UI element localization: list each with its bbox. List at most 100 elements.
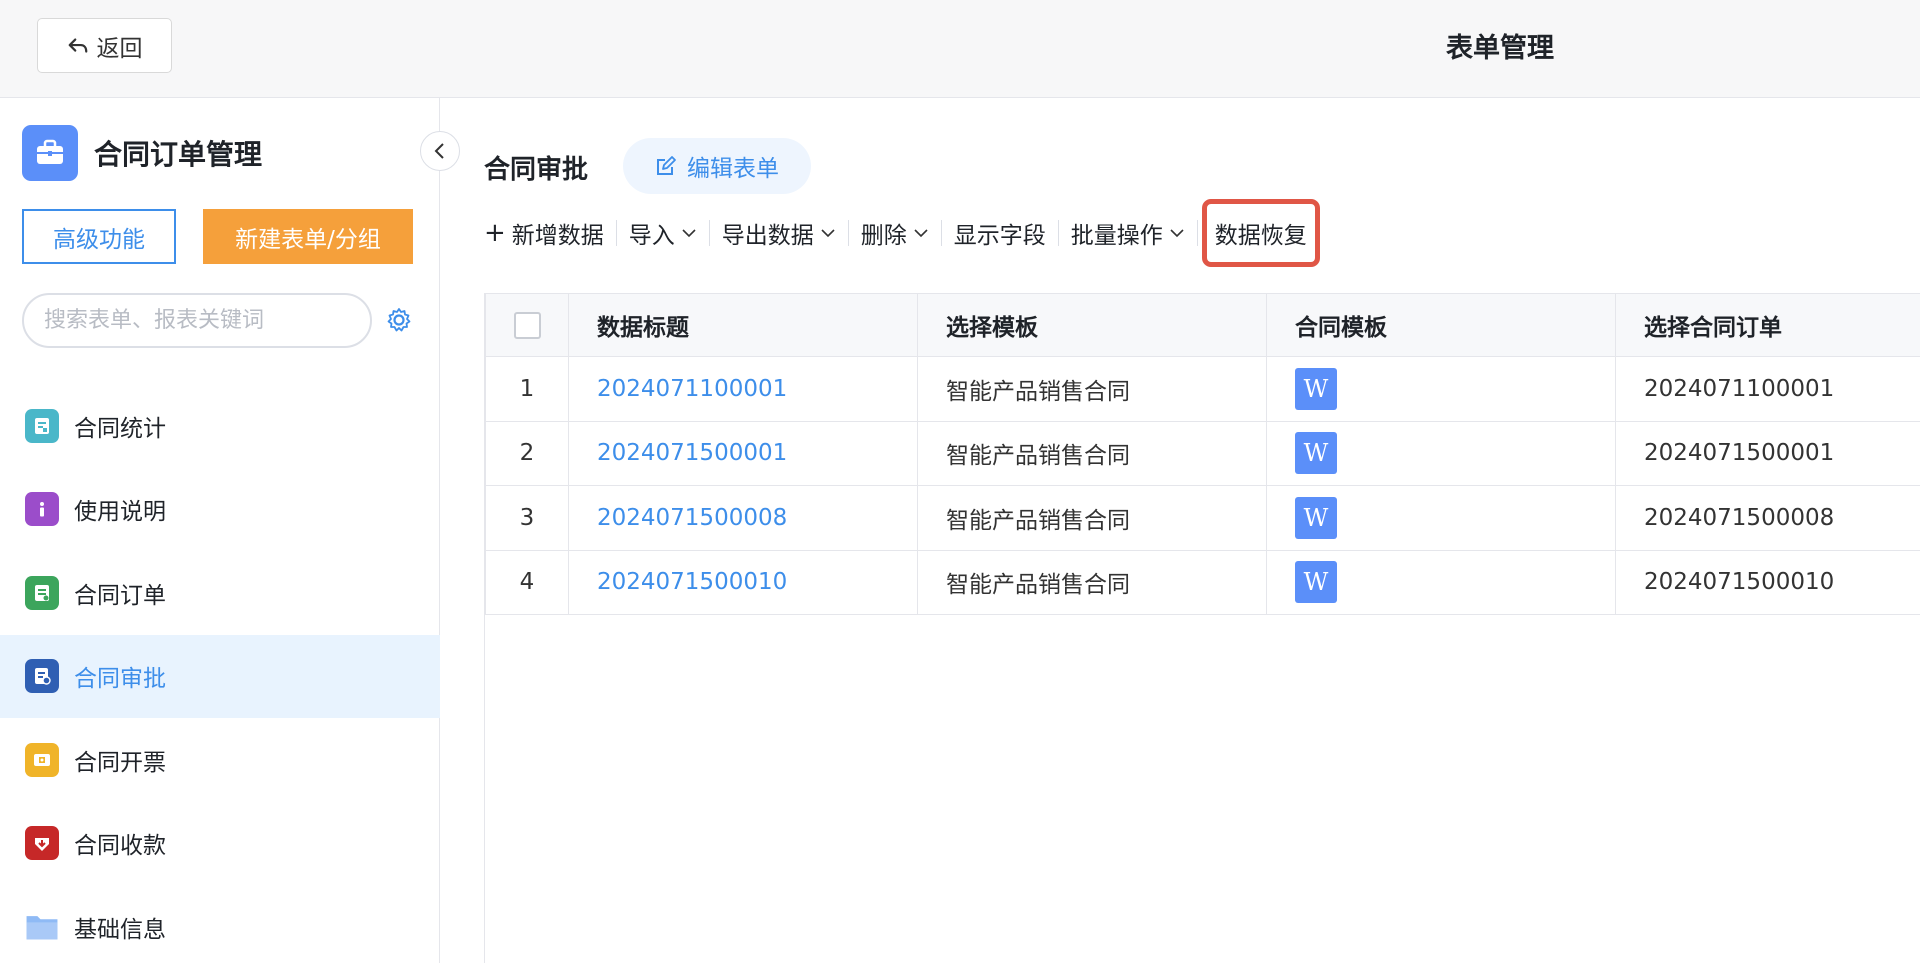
batch-operation-dropdown[interactable]: 批量操作 <box>1059 217 1197 249</box>
chart-doc-icon <box>25 409 59 443</box>
column-header[interactable]: 数据标题 <box>569 294 918 357</box>
table-row[interactable]: 4 2024071500010 智能产品销售合同 W 2024071500010 <box>486 550 1920 615</box>
add-data-button[interactable]: + 新增数据 <box>484 217 616 249</box>
sidebar-item-contract-stats[interactable]: 合同统计 <box>0 384 440 468</box>
sidebar-item-label: 合同收款 <box>74 826 166 860</box>
column-header[interactable]: 合同模板 <box>1267 294 1616 357</box>
contract-template-cell: W <box>1267 486 1616 551</box>
main-content: 合同审批 编辑表单 + 新增数据 导入 导出数据 删除 显示字段 批量操作 <box>440 98 1920 963</box>
row-index: 2 <box>486 421 569 486</box>
page-title: 表单管理 <box>1400 26 1600 65</box>
word-doc-icon[interactable]: W <box>1295 368 1337 410</box>
toolbar-divider <box>1197 220 1198 246</box>
approval-doc-icon <box>25 659 59 693</box>
template-cell: 智能产品销售合同 <box>918 550 1267 615</box>
table-header-row: 数据标题 选择模板 合同模板 选择合同订单 <box>486 294 1920 357</box>
form-title: 合同审批 <box>484 149 588 186</box>
template-cell: 智能产品销售合同 <box>918 486 1267 551</box>
sidebar-item-basic-info[interactable]: 基础信息 <box>0 885 440 969</box>
sidebar-item-label: 基础信息 <box>74 910 166 944</box>
chevron-left-icon <box>431 142 449 160</box>
data-title-link[interactable]: 2024071500001 <box>569 421 918 486</box>
new-form-group-button[interactable]: 新建表单/分组 <box>203 209 413 264</box>
order-cell: 2024071100001 <box>1616 357 1920 422</box>
data-title-link[interactable]: 2024071500008 <box>569 486 918 551</box>
top-bar: 返回 表单管理 <box>0 0 1920 98</box>
select-all-checkbox[interactable] <box>514 312 541 339</box>
data-restore-button[interactable]: 数据恢复 <box>1215 217 1307 249</box>
edit-icon <box>655 155 677 177</box>
edit-form-button[interactable]: 编辑表单 <box>623 138 811 194</box>
column-header[interactable]: 选择合同订单 <box>1616 294 1920 357</box>
word-doc-icon[interactable]: W <box>1295 432 1337 474</box>
collapse-sidebar-button[interactable] <box>420 131 460 171</box>
data-restore-highlight: 数据恢复 <box>1202 199 1320 267</box>
sidebar: 合同订单管理 高级功能 新建表单/分组 合同统计 使用说明 合同订单 <box>0 98 440 963</box>
search-input[interactable] <box>22 293 372 348</box>
sidebar-item-contract-order[interactable]: 合同订单 <box>0 551 440 635</box>
plus-icon: + <box>484 218 506 248</box>
toolbar: + 新增数据 导入 导出数据 删除 显示字段 批量操作 数据恢 <box>484 201 1320 265</box>
batch-operation-label: 批量操作 <box>1071 216 1163 250</box>
chevron-down-icon <box>1169 225 1185 241</box>
app-name: 合同订单管理 <box>94 133 262 173</box>
order-cell: 2024071500008 <box>1616 486 1920 551</box>
sidebar-nav: 合同统计 使用说明 合同订单 合同审批 合同开票 <box>0 384 440 969</box>
contract-template-cell: W <box>1267 357 1616 422</box>
table-row[interactable]: 1 2024071100001 智能产品销售合同 W 2024071100001 <box>486 357 1920 422</box>
back-button[interactable]: 返回 <box>37 18 172 73</box>
sidebar-item-label: 合同统计 <box>74 409 166 443</box>
data-title-link[interactable]: 2024071100001 <box>569 357 918 422</box>
sidebar-item-label: 合同开票 <box>74 743 166 777</box>
sidebar-item-contract-payment[interactable]: 合同收款 <box>0 802 440 886</box>
info-icon <box>25 492 59 526</box>
template-cell: 智能产品销售合同 <box>918 421 1267 486</box>
sidebar-item-label: 合同订单 <box>74 576 166 610</box>
show-fields-button[interactable]: 显示字段 <box>942 217 1058 249</box>
gear-icon[interactable] <box>385 306 413 334</box>
sidebar-item-usage-guide[interactable]: 使用说明 <box>0 468 440 552</box>
row-index: 3 <box>486 486 569 551</box>
contract-template-cell: W <box>1267 550 1616 615</box>
payment-icon <box>25 826 59 860</box>
chevron-down-icon <box>820 225 836 241</box>
order-cell: 2024071500010 <box>1616 550 1920 615</box>
data-table: 数据标题 选择模板 合同模板 选择合同订单 1 2024071100001 智能… <box>484 293 1920 963</box>
back-button-label: 返回 <box>97 29 143 63</box>
delete-dropdown[interactable]: 删除 <box>849 217 941 249</box>
sidebar-item-label: 合同审批 <box>74 659 166 693</box>
add-data-label: 新增数据 <box>512 216 604 250</box>
word-doc-icon[interactable]: W <box>1295 497 1337 539</box>
row-index: 1 <box>486 357 569 422</box>
briefcase-icon <box>22 125 78 181</box>
table-row[interactable]: 3 2024071500008 智能产品销售合同 W 2024071500008 <box>486 486 1920 551</box>
data-title-link[interactable]: 2024071500010 <box>569 550 918 615</box>
template-cell: 智能产品销售合同 <box>918 357 1267 422</box>
export-dropdown[interactable]: 导出数据 <box>710 217 848 249</box>
order-doc-icon <box>25 576 59 610</box>
show-fields-label: 显示字段 <box>954 216 1046 250</box>
contract-template-cell: W <box>1267 421 1616 486</box>
import-dropdown[interactable]: 导入 <box>617 217 709 249</box>
order-cell: 2024071500001 <box>1616 421 1920 486</box>
invoice-icon <box>25 743 59 777</box>
export-label: 导出数据 <box>722 216 814 250</box>
data-restore-label: 数据恢复 <box>1215 216 1307 250</box>
sidebar-item-contract-invoice[interactable]: 合同开票 <box>0 718 440 802</box>
folder-icon <box>25 910 59 944</box>
chevron-down-icon <box>681 225 697 241</box>
sidebar-item-contract-approval[interactable]: 合同审批 <box>0 635 440 719</box>
edit-form-label: 编辑表单 <box>687 149 779 183</box>
delete-label: 删除 <box>861 216 907 250</box>
row-index: 4 <box>486 550 569 615</box>
back-arrow-icon <box>67 35 89 57</box>
import-label: 导入 <box>629 216 675 250</box>
advanced-features-button[interactable]: 高级功能 <box>22 209 176 264</box>
column-header[interactable]: 选择模板 <box>918 294 1267 357</box>
word-doc-icon[interactable]: W <box>1295 561 1337 603</box>
header-select-all <box>486 294 569 357</box>
app-header: 合同订单管理 <box>22 125 262 181</box>
chevron-down-icon <box>913 225 929 241</box>
sidebar-item-label: 使用说明 <box>74 492 166 526</box>
table-row[interactable]: 2 2024071500001 智能产品销售合同 W 2024071500001 <box>486 421 1920 486</box>
